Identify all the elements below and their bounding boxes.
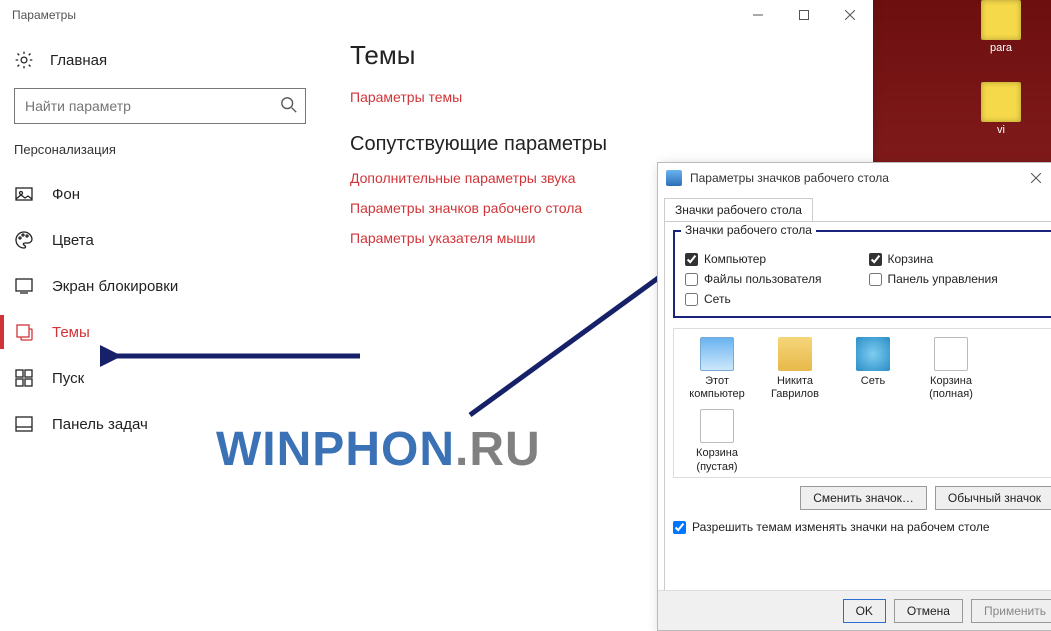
related-heading: Сопутствующие параметры bbox=[350, 133, 873, 156]
default-icon-button[interactable]: Обычный значок bbox=[935, 486, 1051, 510]
annotation-arrow bbox=[450, 255, 680, 425]
dialog-close-button[interactable] bbox=[1031, 173, 1051, 183]
titlebar: Параметры bbox=[0, 0, 873, 30]
page-heading: Темы bbox=[350, 40, 873, 71]
ok-button[interactable]: OK bbox=[843, 599, 886, 623]
annotation-arrow bbox=[100, 336, 370, 376]
checkbox-input[interactable] bbox=[869, 273, 882, 286]
maximize-button[interactable] bbox=[781, 0, 827, 30]
icon-preview-list[interactable]: Этот компьютер Никита Гаврилов Сеть Корз… bbox=[673, 328, 1051, 478]
sidebar-item-label: Панель задач bbox=[52, 416, 148, 433]
checkbox-control-panel[interactable]: Панель управления bbox=[869, 272, 1043, 286]
home-link[interactable]: Главная bbox=[0, 40, 320, 80]
checkbox-input[interactable] bbox=[685, 253, 698, 266]
dialog-tabs: Значки рабочего стола bbox=[658, 193, 1051, 221]
close-button[interactable] bbox=[827, 0, 873, 30]
icon-item-bin-full[interactable]: Корзина (полная) bbox=[916, 337, 986, 401]
checkbox-input[interactable] bbox=[685, 273, 698, 286]
desktop-icon-label: vi bbox=[971, 124, 1031, 136]
dialog-titlebar: Параметры значков рабочего стола bbox=[658, 163, 1051, 193]
palette-icon bbox=[14, 230, 34, 250]
minimize-button[interactable] bbox=[735, 0, 781, 30]
checkbox-recycle[interactable]: Корзина bbox=[869, 252, 1043, 266]
change-icon-button[interactable]: Сменить значок… bbox=[800, 486, 927, 510]
sidebar-item-label: Цвета bbox=[52, 232, 94, 249]
desktop-icons-dialog: Параметры значков рабочего стола Значки … bbox=[657, 162, 1051, 631]
recycle-bin-empty-icon bbox=[700, 409, 734, 443]
icon-item-user[interactable]: Никита Гаврилов bbox=[760, 337, 830, 401]
apply-button[interactable]: Применить bbox=[971, 599, 1051, 623]
start-icon bbox=[14, 368, 34, 388]
sidebar-item-lockscreen[interactable]: Экран блокировки bbox=[0, 263, 320, 309]
monitor-icon bbox=[700, 337, 734, 371]
folder-icon bbox=[981, 82, 1021, 122]
checkbox-input[interactable] bbox=[869, 253, 882, 266]
lock-screen-icon bbox=[14, 276, 34, 296]
dialog-title: Параметры значков рабочего стола bbox=[690, 171, 1031, 185]
sidebar-item-label: Фон bbox=[52, 186, 80, 203]
cancel-button[interactable]: Отмена bbox=[894, 599, 963, 623]
sidebar-item-label: Экран блокировки bbox=[52, 278, 178, 295]
sidebar-item-background[interactable]: Фон bbox=[0, 171, 320, 217]
checkbox-input[interactable] bbox=[685, 293, 698, 306]
sidebar: Главная Персонализация Фон Цвета Экран б… bbox=[0, 30, 320, 447]
allow-themes-checkbox[interactable]: Разрешить темам изменять значки на рабоч… bbox=[673, 520, 1051, 534]
desktop-icon-vi[interactable]: vi bbox=[971, 82, 1031, 136]
group-label: Значки рабочего стола bbox=[681, 223, 816, 237]
checkbox-group: Значки рабочего стола Компьютер Корзина … bbox=[673, 230, 1051, 318]
watermark-part1: WINPHON bbox=[216, 423, 455, 476]
picture-icon bbox=[14, 184, 34, 204]
icon-item-this-pc[interactable]: Этот компьютер bbox=[682, 337, 752, 401]
network-icon bbox=[856, 337, 890, 371]
search-input[interactable] bbox=[14, 88, 306, 124]
icon-item-bin-empty[interactable]: Корзина (пустая) bbox=[682, 409, 752, 473]
desktop-icon-label: para bbox=[971, 42, 1031, 54]
checkbox-input[interactable] bbox=[673, 521, 686, 534]
dialog-app-icon bbox=[666, 170, 682, 186]
watermark: WINPHON.RU bbox=[216, 422, 541, 477]
search-box bbox=[14, 88, 306, 124]
checkbox-userfiles[interactable]: Файлы пользователя bbox=[685, 272, 859, 286]
taskbar-icon bbox=[14, 414, 34, 434]
dialog-footer: OK Отмена Применить bbox=[658, 590, 1051, 630]
tab-desktop-icons[interactable]: Значки рабочего стола bbox=[664, 198, 813, 222]
section-label: Персонализация bbox=[0, 142, 320, 171]
sidebar-item-label: Пуск bbox=[52, 370, 84, 387]
window-title: Параметры bbox=[12, 8, 735, 22]
recycle-bin-full-icon bbox=[934, 337, 968, 371]
sidebar-item-label: Темы bbox=[52, 324, 90, 341]
tab-panel: Значки рабочего стола Компьютер Корзина … bbox=[664, 221, 1051, 617]
link-theme-settings[interactable]: Параметры темы bbox=[350, 89, 873, 105]
user-folder-icon bbox=[778, 337, 812, 371]
icon-item-network[interactable]: Сеть bbox=[838, 337, 908, 401]
folder-icon bbox=[981, 0, 1021, 40]
sidebar-item-colors[interactable]: Цвета bbox=[0, 217, 320, 263]
gear-icon bbox=[14, 50, 34, 70]
home-label: Главная bbox=[50, 52, 107, 69]
checkbox-network[interactable]: Сеть bbox=[685, 292, 859, 306]
checkbox-computer[interactable]: Компьютер bbox=[685, 252, 859, 266]
watermark-part2: .RU bbox=[455, 423, 541, 476]
search-icon bbox=[280, 96, 298, 114]
desktop-icon-para[interactable]: para bbox=[971, 0, 1031, 54]
themes-icon bbox=[14, 322, 34, 342]
